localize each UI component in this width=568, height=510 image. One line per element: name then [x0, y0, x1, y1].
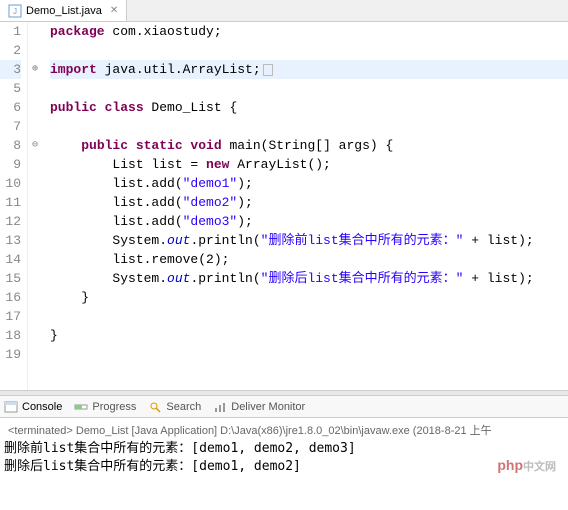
editor-tab[interactable]: J Demo_List.java ✕	[0, 0, 127, 21]
tab-deliver-monitor[interactable]: Deliver Monitor	[213, 400, 305, 414]
console-tab-bar: Console Progress Search Deliver Monitor	[0, 396, 568, 418]
code-line[interactable]: list.add("demo3");	[50, 212, 568, 231]
code-line[interactable]: list.remove(2);	[50, 250, 568, 269]
fold-toggle-icon[interactable]: ⊖	[28, 139, 42, 153]
line-number: 5	[0, 79, 21, 98]
tab-progress[interactable]: Progress	[74, 400, 136, 414]
search-icon	[148, 400, 162, 414]
code-line[interactable]: import java.util.ArrayList;	[50, 60, 568, 79]
console-body[interactable]: <terminated> Demo_List [Java Application…	[0, 418, 568, 478]
code-line[interactable]	[50, 345, 568, 364]
code-line[interactable]: public class Demo_List {	[50, 98, 568, 117]
line-number: 10	[0, 174, 21, 193]
watermark-main: php	[497, 457, 523, 473]
tab-search-label: Search	[166, 401, 201, 413]
code-line[interactable]: }	[50, 288, 568, 307]
code-line[interactable]	[50, 117, 568, 136]
line-number: 3	[0, 60, 21, 79]
line-number: 7	[0, 117, 21, 136]
line-number: 1	[0, 22, 21, 41]
line-number: 19	[0, 345, 21, 364]
code-line[interactable]: list.add("demo1");	[50, 174, 568, 193]
line-number: 13	[0, 231, 21, 250]
code-line[interactable]	[50, 41, 568, 60]
code-line[interactable]: }	[50, 326, 568, 345]
console-status: <terminated> Demo_List [Java Application…	[4, 420, 564, 440]
fold-toggle-icon[interactable]: ⊕	[28, 63, 42, 77]
code-area[interactable]: package com.xiaostudy; import java.util.A…	[44, 22, 568, 390]
code-line[interactable]: list.add("demo2");	[50, 193, 568, 212]
svg-text:J: J	[13, 7, 17, 16]
line-number: 9	[0, 155, 21, 174]
line-number: 18	[0, 326, 21, 345]
line-number-gutter: 1235678910111213141516171819	[0, 22, 28, 390]
line-number: 15	[0, 269, 21, 288]
code-line[interactable]	[50, 307, 568, 326]
collapsed-import-marker[interactable]	[263, 64, 273, 76]
line-number: 17	[0, 307, 21, 326]
line-number: 8	[0, 136, 21, 155]
line-number: 14	[0, 250, 21, 269]
code-line[interactable]	[50, 79, 568, 98]
editor-tab-bar: J Demo_List.java ✕	[0, 0, 568, 22]
code-line[interactable]: package com.xiaostudy;	[50, 22, 568, 41]
code-editor[interactable]: 1235678910111213141516171819 ⊕⊖ package …	[0, 22, 568, 390]
code-line[interactable]: System.out.println("删除前list集合中所有的元素：" + …	[50, 231, 568, 250]
console-icon	[4, 400, 18, 414]
progress-icon	[74, 400, 88, 414]
code-line[interactable]: System.out.println("删除后list集合中所有的元素：" + …	[50, 269, 568, 288]
line-number: 12	[0, 212, 21, 231]
java-file-icon: J	[8, 4, 22, 18]
tab-search[interactable]: Search	[148, 400, 201, 414]
console-output-line: 删除后list集合中所有的元素：[demo1, demo2]	[4, 458, 564, 476]
console-output-line: 删除前list集合中所有的元素：[demo1, demo2, demo3]	[4, 440, 564, 458]
fold-column: ⊕⊖	[28, 22, 44, 390]
monitor-icon	[213, 400, 227, 414]
watermark-sub: 中文网	[523, 461, 556, 473]
editor-tab-label: Demo_List.java	[26, 5, 102, 17]
line-number: 11	[0, 193, 21, 212]
line-number: 2	[0, 41, 21, 60]
code-line[interactable]: public static void main(String[] args) {	[50, 136, 568, 155]
tab-progress-label: Progress	[92, 401, 136, 413]
tab-deliver-monitor-label: Deliver Monitor	[231, 401, 305, 413]
line-number: 6	[0, 98, 21, 117]
tab-console-label: Console	[22, 401, 62, 413]
close-icon[interactable]: ✕	[110, 5, 118, 16]
tab-console[interactable]: Console	[4, 400, 62, 414]
line-number: 16	[0, 288, 21, 307]
watermark: php中文网	[497, 457, 556, 474]
code-line[interactable]: List list = new ArrayList();	[50, 155, 568, 174]
